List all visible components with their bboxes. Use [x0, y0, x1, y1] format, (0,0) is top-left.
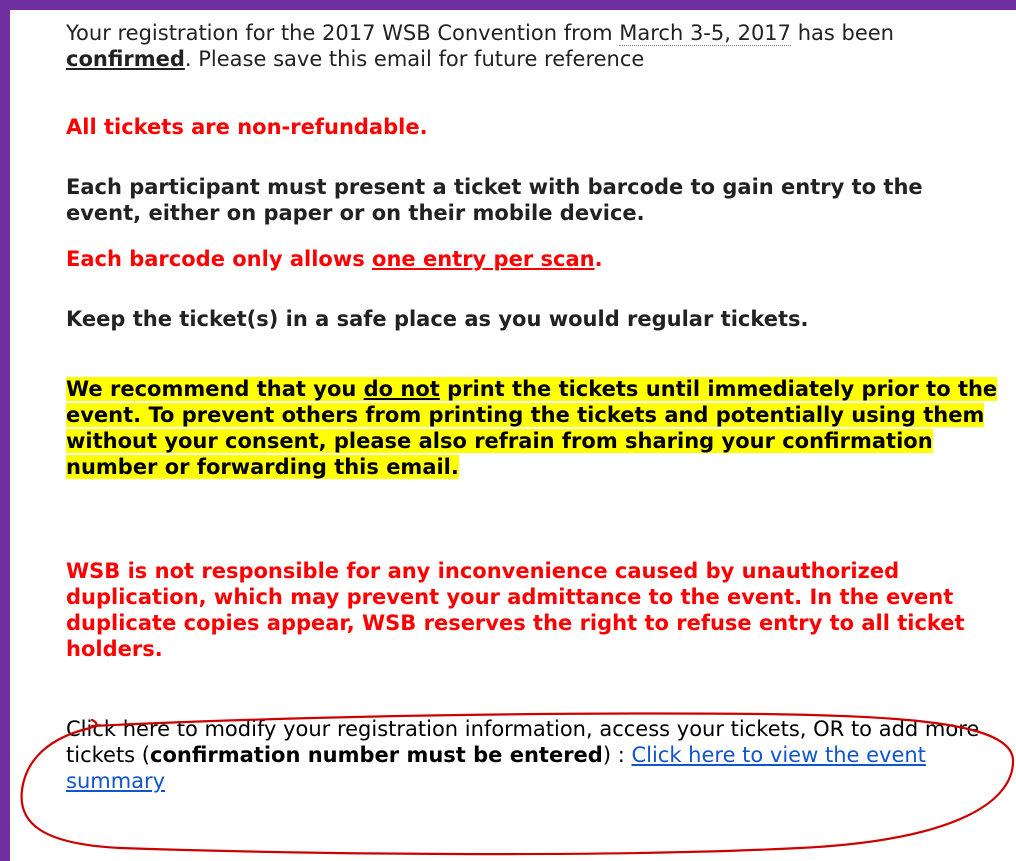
email-body: Your registration for the 2017 WSB Conve… — [66, 20, 1001, 794]
barcode-underlined: one entry per scan — [372, 247, 595, 271]
liability-disclaimer: WSB is not responsible for any inconveni… — [66, 559, 965, 661]
registration-confirmation-text: Your registration for the 2017 WSB Conve… — [66, 20, 1001, 72]
modify-registration-text: Click here to modify your registration i… — [66, 716, 1001, 794]
intro-part3: . Please save this email for future refe… — [184, 47, 645, 71]
intro-part2: has been — [791, 21, 894, 45]
purple-frame-left — [0, 0, 10, 861]
recommend-part1: We recommend that you — [66, 377, 364, 401]
safe-place-notice: Keep the ticket(s) in a safe place as yo… — [66, 307, 809, 331]
barcode-suffix: . — [594, 247, 603, 271]
non-refundable-notice: All tickets are non-refundable. — [66, 115, 428, 139]
highlighted-recommendation: We recommend that you do not print the t… — [66, 377, 998, 479]
barcode-notice: Each barcode only allows one entry per s… — [66, 246, 1001, 272]
confirmation-number-required: confirmation number must be entered — [150, 743, 603, 767]
recommend-do-not: do not — [363, 377, 440, 401]
intro-part1: Your registration for the 2017 WSB Conve… — [66, 21, 620, 45]
modify-part2: ) : — [602, 743, 632, 767]
print-recommendation: We recommend that you do not print the t… — [66, 376, 1001, 480]
confirmed-word: confirmed — [66, 47, 185, 71]
event-date-range: March 3-5, 2017 — [619, 21, 792, 46]
barcode-prefix: Each barcode only allows — [66, 247, 373, 271]
purple-frame-top — [0, 0, 1016, 10]
entry-requirement-notice: Each participant must present a ticket w… — [66, 175, 923, 225]
